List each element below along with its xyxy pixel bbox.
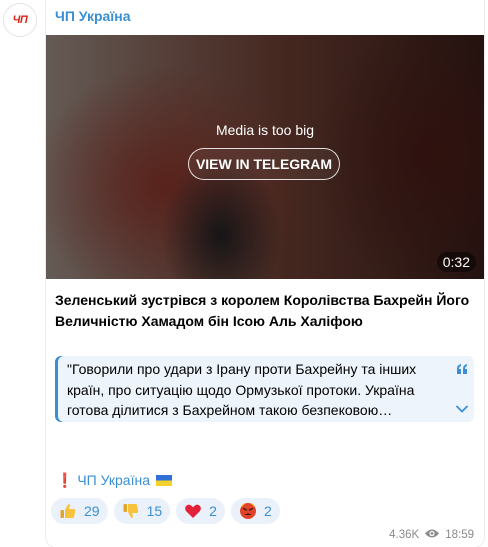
blockquote[interactable]: "Говорили про удари з Ірану проти Бахрей…	[55, 356, 474, 422]
reaction-count: 2	[263, 503, 272, 519]
signature-link[interactable]: ЧП Україна	[77, 472, 150, 488]
eye-icon	[424, 528, 440, 542]
angry-face-icon	[238, 501, 258, 521]
message-bubble: ЧП Україна Media is too big VIEW IN TELE…	[46, 0, 484, 547]
exclamation-icon: ❗	[56, 472, 74, 488]
media-too-big-label: Media is too big	[215, 122, 315, 138]
reaction-count: 2	[209, 503, 217, 519]
quote-icon	[456, 358, 468, 379]
view-count: 4.36K	[389, 529, 420, 541]
reactions-bar: 29 15 2 2	[51, 498, 280, 525]
quote-text: "Говорили про удари з Ірану проти Бахрей…	[67, 361, 417, 418]
video-preview[interactable]: Media is too big VIEW IN TELEGRAM 0:32	[46, 35, 484, 279]
video-duration: 0:32	[436, 252, 476, 272]
reaction-angry-face[interactable]: 2	[230, 498, 280, 524]
thumbs-down-icon	[121, 501, 141, 521]
ukraine-flag-icon	[155, 475, 172, 486]
post-signature: ❗ ЧП Україна	[56, 472, 172, 489]
channel-name[interactable]: ЧП Україна	[55, 8, 131, 24]
reaction-thumbs-down[interactable]: 15	[113, 498, 171, 524]
reaction-count: 29	[84, 503, 100, 519]
thumbs-up-icon	[58, 501, 78, 521]
reaction-red-heart[interactable]: 2	[176, 498, 225, 524]
chevron-down-icon[interactable]	[456, 400, 468, 418]
view-in-telegram-button[interactable]: VIEW IN TELEGRAM	[188, 148, 340, 180]
red-heart-icon	[183, 501, 203, 521]
message-time: 18:59	[445, 529, 474, 541]
reaction-thumbs-up[interactable]: 29	[51, 498, 108, 524]
channel-avatar[interactable]: ЧП	[3, 3, 37, 37]
message-meta: 4.36K 18:59	[389, 528, 474, 542]
reaction-count: 15	[146, 503, 163, 519]
post-headline: Зеленський зустрівся з королем Королівст…	[55, 292, 470, 329]
